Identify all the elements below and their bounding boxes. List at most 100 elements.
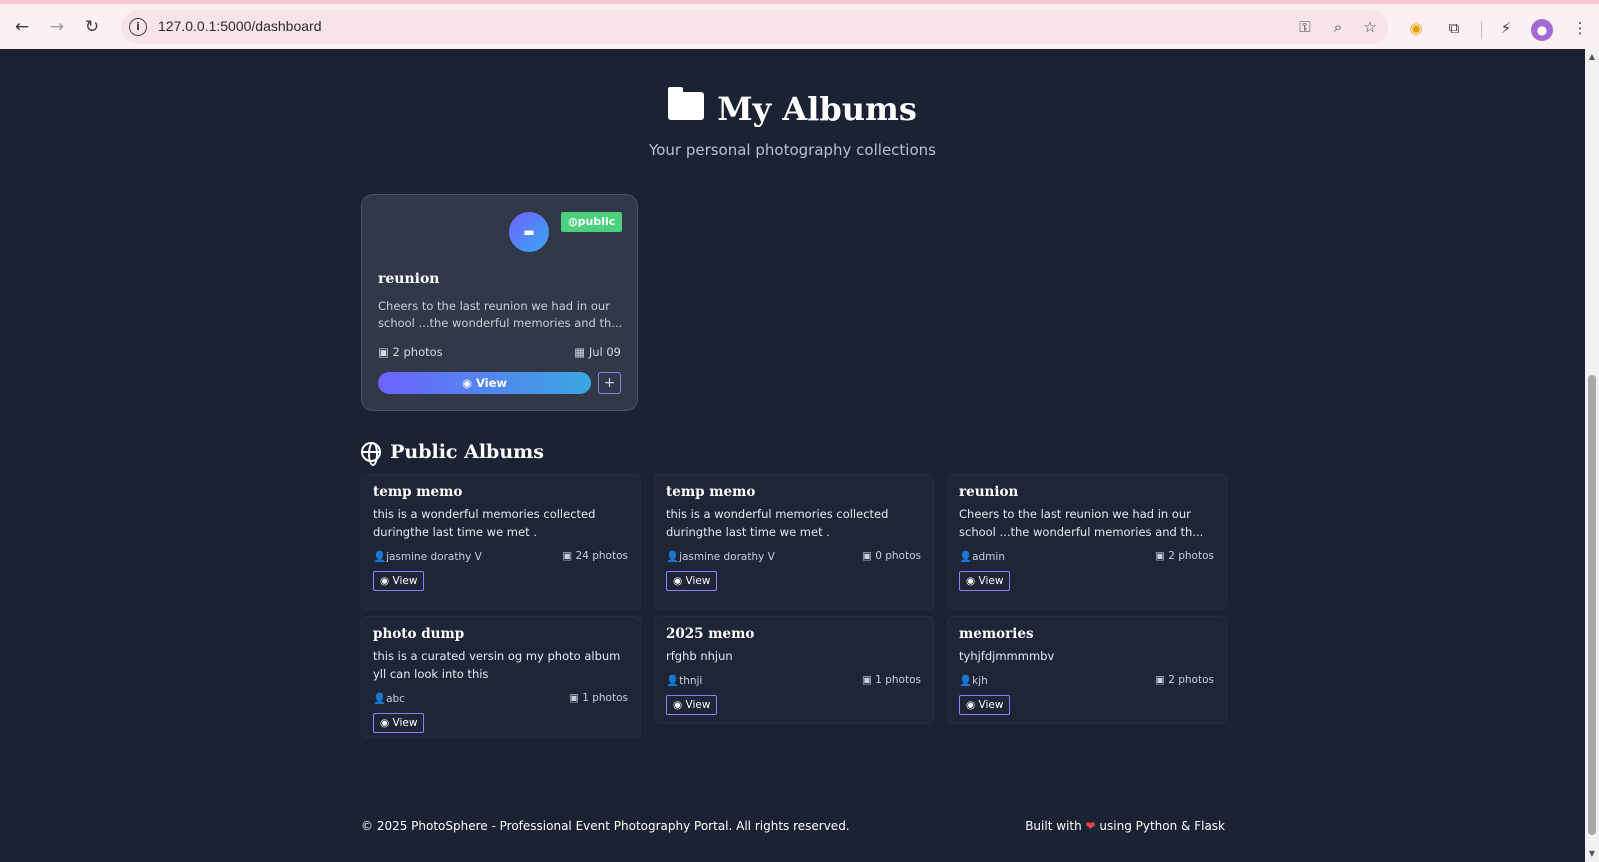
globe-icon: ◍: [568, 215, 578, 228]
back-button[interactable]: ←: [9, 14, 35, 40]
scroll-down-icon[interactable]: ▼: [1587, 849, 1597, 859]
bookmark-star-icon[interactable]: ☆: [1359, 17, 1381, 37]
performance-icon[interactable]: ⚡: [1495, 17, 1517, 39]
album-description: this is a curated versin og my photo alb…: [373, 649, 621, 681]
globe-icon: [361, 442, 381, 466]
view-album-button[interactable]: ◉ View: [959, 695, 1011, 715]
toolbar-separator: [1481, 21, 1482, 39]
photo-count: ▣ 2 photos: [1154, 674, 1214, 686]
plus-icon: +: [603, 375, 616, 391]
heart-icon: ❤: [1085, 819, 1096, 833]
url-text[interactable]: 127.0.0.1:5000/dashboard: [158, 18, 321, 34]
photo-count: ▣ 1 photos: [568, 692, 628, 704]
address-bar[interactable]: i 127.0.0.1:5000/dashboard ⚿ ⌕ ☆: [121, 10, 1388, 44]
album-folder-icon: ▬: [509, 212, 549, 252]
folder-icon: [668, 87, 705, 120]
reload-button[interactable]: ↻: [79, 14, 105, 40]
album-description: this is a wonderful memories collected d…: [373, 507, 596, 539]
eye-icon: ◉: [673, 699, 686, 711]
images-icon: ▣: [1154, 550, 1169, 562]
images-icon: ▣: [1154, 674, 1169, 686]
album-description: Cheers to the last reunion we had in our…: [959, 507, 1204, 539]
zoom-icon[interactable]: ⌕: [1327, 17, 1349, 37]
scrollbar-thumb[interactable]: [1588, 375, 1596, 835]
album-name: reunion: [959, 484, 1019, 500]
user-icon: 👤: [666, 551, 680, 563]
public-album-card: photo dump this is a curated versin og m…: [361, 616, 641, 738]
eye-icon: ◉: [966, 575, 979, 587]
eye-icon: ◉: [966, 699, 979, 711]
page-scrollbar[interactable]: ▲ ▼: [1585, 49, 1599, 862]
eye-icon: ◉: [673, 575, 686, 587]
view-album-button[interactable]: ◉ View: [378, 372, 591, 394]
public-album-card: 2025 memo rfghb nhjun 👤thnji ▣ 1 photos …: [654, 616, 934, 724]
view-album-button[interactable]: ◉ View: [959, 571, 1011, 591]
album-description: tyhjfdjmmmmbv: [959, 649, 1055, 663]
public-albums-heading: Public Albums: [361, 441, 544, 466]
reload-icon: ↻: [84, 17, 100, 37]
user-icon: 👤: [373, 693, 387, 705]
album-name: temp memo: [666, 484, 756, 500]
user-icon: 👤: [959, 551, 973, 563]
my-album-card: ▬ ◍public reunion Cheers to the last reu…: [361, 194, 638, 411]
album-owner: 👤admin: [959, 551, 1005, 563]
album-date: ▦ Jul 09: [574, 345, 621, 359]
page-header: My Albums: [0, 87, 1585, 128]
forward-button[interactable]: →: [44, 14, 70, 40]
photo-count: ▣ 2 photos: [378, 345, 443, 359]
back-arrow-icon: ←: [14, 17, 30, 37]
view-album-button[interactable]: ◉ View: [373, 713, 425, 733]
footer-credits: Built with ❤ using Python & Flask: [1025, 819, 1225, 833]
public-album-card: memories tyhjfdjmmmmbv 👤kjh ▣ 2 photos ◉…: [947, 616, 1227, 724]
album-description: rfghb nhjun: [666, 649, 733, 663]
images-icon: ▣: [861, 550, 876, 562]
eye-icon: ◉: [461, 376, 476, 390]
album-name: photo dump: [373, 626, 465, 642]
public-album-card: reunion Cheers to the last reunion we ha…: [947, 474, 1227, 610]
public-album-card: temp memo this is a wonderful memories c…: [654, 474, 934, 610]
puzzle-extensions-icon[interactable]: ⧉: [1443, 17, 1465, 39]
user-icon: 👤: [666, 675, 680, 687]
menu-dots-icon[interactable]: ⋮: [1569, 17, 1591, 39]
view-album-button[interactable]: ◉ View: [373, 571, 425, 591]
eye-icon: ◉: [380, 717, 393, 729]
public-album-card: temp memo this is a wonderful memories c…: [361, 474, 641, 610]
page-title: My Albums: [717, 90, 917, 128]
album-description: Cheers to the last reunion we had in our…: [378, 299, 623, 330]
site-info-icon[interactable]: i: [129, 18, 147, 36]
photo-count: ▣ 0 photos: [861, 550, 921, 562]
footer-copyright: © 2025 PhotoSphere - Professional Event …: [361, 819, 850, 833]
images-icon: ▣: [568, 692, 583, 704]
profile-avatar[interactable]: ●: [1531, 19, 1553, 41]
album-description: this is a wonderful memories collected d…: [666, 507, 889, 539]
page-subtitle: Your personal photography collections: [649, 141, 936, 159]
forward-arrow-icon: →: [49, 17, 65, 37]
photo-count: ▣ 24 photos: [562, 550, 628, 562]
public-badge: ◍public: [561, 212, 623, 232]
photo-count: ▣ 2 photos: [1154, 550, 1214, 562]
album-name: memories: [959, 626, 1034, 642]
album-owner: 👤jasmine dorathy V: [666, 551, 775, 563]
album-owner: 👤abc: [373, 693, 405, 705]
album-name: temp memo: [373, 484, 463, 500]
user-icon: 👤: [959, 675, 973, 687]
browser-toolbar: ← → ↻ i 127.0.0.1:5000/dashboard ⚿ ⌕ ☆ ◉…: [0, 0, 1599, 49]
photo-count: ▣ 1 photos: [861, 674, 921, 686]
album-owner: 👤jasmine dorathy V: [373, 551, 482, 563]
calendar-icon: ▦: [574, 345, 589, 359]
view-album-button[interactable]: ◉ View: [666, 571, 718, 591]
add-photos-button[interactable]: +: [598, 372, 621, 394]
key-icon[interactable]: ⚿: [1294, 17, 1316, 37]
images-icon: ▣: [861, 674, 876, 686]
album-owner: 👤kjh: [959, 675, 988, 687]
images-icon: ▣: [378, 345, 393, 359]
user-icon: 👤: [373, 551, 387, 563]
view-album-button[interactable]: ◉ View: [666, 695, 718, 715]
scroll-up-icon[interactable]: ▲: [1587, 52, 1597, 62]
extension-icon[interactable]: ◉: [1405, 17, 1427, 39]
album-owner: 👤thnji: [666, 675, 703, 687]
images-icon: ▣: [562, 550, 576, 562]
album-name: 2025 memo: [666, 626, 755, 642]
album-name: reunion: [378, 271, 440, 287]
eye-icon: ◉: [380, 575, 393, 587]
